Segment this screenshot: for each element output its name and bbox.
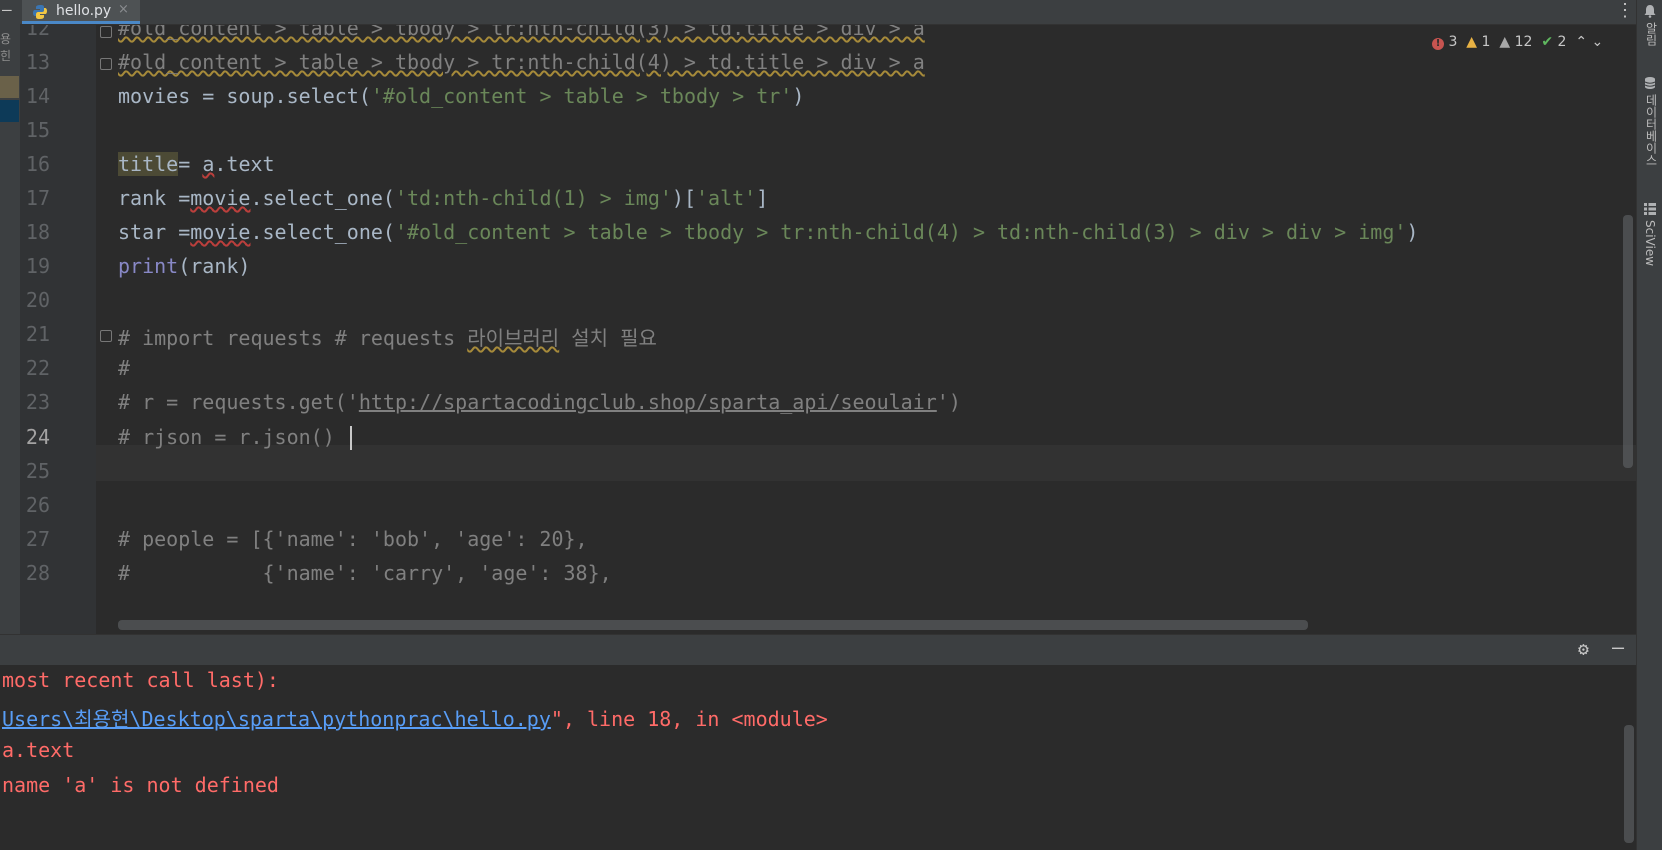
line-number: 16 bbox=[25, 152, 50, 176]
current-line-highlight bbox=[20, 445, 1636, 481]
code-line-27[interactable]: # people = [{'name': 'bob', 'age': 20}, bbox=[118, 527, 588, 551]
code-line-28[interactable]: # {'name': 'carry', 'age': 38}, bbox=[118, 561, 612, 585]
weak-warning-icon: ▲ bbox=[1499, 34, 1511, 50]
line-number: 22 bbox=[25, 356, 50, 380]
warning-count: 1 bbox=[1481, 34, 1491, 50]
tab-close-icon[interactable]: × bbox=[118, 2, 129, 17]
fold-marker[interactable] bbox=[100, 330, 112, 342]
console-line: most recent call last): bbox=[2, 668, 279, 692]
left-panel-collapse-glyph[interactable]: — bbox=[2, 0, 12, 19]
run-console[interactable]: most recent call last): Users\최용현\Deskto… bbox=[0, 665, 1636, 850]
left-panel-highlight bbox=[0, 76, 19, 98]
code-editor[interactable]: 12 13 14 15 16 17 18 19 20 21 22 23 24 2… bbox=[20, 25, 1636, 634]
line-number: 17 bbox=[25, 186, 50, 210]
python-file-icon bbox=[33, 5, 47, 19]
weak-warning-count: 12 bbox=[1514, 34, 1533, 50]
line-number: 15 bbox=[25, 118, 50, 142]
previous-highlight-icon[interactable]: ⌃ bbox=[1575, 34, 1587, 50]
code-line-19[interactable]: print(rank) bbox=[118, 254, 250, 278]
code-line-14[interactable]: movies = soup.select('#old_content > tab… bbox=[118, 84, 804, 108]
url-link[interactable]: http://spartacodingclub.shop/sparta_api/… bbox=[359, 390, 937, 414]
sciview-icon[interactable] bbox=[1643, 202, 1657, 216]
editor-tab-bar: — hello.py × ⋮ bbox=[0, 0, 1636, 25]
line-number: 21 bbox=[25, 322, 50, 346]
left-panel-selection bbox=[0, 100, 19, 122]
left-panel-label: 용힌 bbox=[0, 32, 12, 63]
code-line-13[interactable]: #old_content > table > tbody > tr:nth-ch… bbox=[118, 50, 925, 74]
gear-icon[interactable]: ⚙ bbox=[1578, 639, 1589, 660]
console-line: a.text bbox=[2, 738, 75, 762]
vertical-scrollbar[interactable] bbox=[1623, 215, 1633, 468]
error-icon: ! bbox=[1432, 38, 1444, 50]
code-line-18[interactable]: star =movie.select_one('#old_content > t… bbox=[118, 220, 1418, 244]
code-line-17[interactable]: rank =movie.select_one('td:nth-child(1) … bbox=[118, 186, 768, 210]
line-number: 14 bbox=[25, 84, 50, 108]
text-caret bbox=[350, 426, 352, 450]
line-number: 20 bbox=[25, 288, 50, 312]
code-line-12[interactable]: #old_content > table > tbody > tr:nth-ch… bbox=[118, 25, 925, 40]
line-number: 23 bbox=[25, 390, 50, 414]
tool-notifications[interactable]: 알림 bbox=[1643, 22, 1660, 46]
fold-marker[interactable] bbox=[100, 26, 112, 38]
line-number: 27 bbox=[25, 527, 50, 551]
tool-database[interactable]: 데이터베이스 bbox=[1643, 94, 1660, 166]
active-tab-indicator bbox=[22, 21, 140, 24]
error-count: 3 bbox=[1448, 34, 1458, 50]
tab-label[interactable]: hello.py bbox=[56, 3, 111, 19]
code-line-22[interactable]: # bbox=[118, 356, 130, 380]
line-number-current: 24 bbox=[25, 425, 50, 449]
line-number: 18 bbox=[25, 220, 50, 244]
console-line: Users\최용현\Desktop\sparta\pythonprac\hell… bbox=[2, 707, 828, 731]
warning-icon: ▲ bbox=[1466, 34, 1478, 50]
line-number: 13 bbox=[25, 50, 50, 74]
file-path-link[interactable]: Users\최용현\Desktop\sparta\pythonprac\hell… bbox=[2, 707, 551, 731]
typo-count: 2 bbox=[1557, 34, 1567, 50]
code-line-23[interactable]: # r = requests.get('http://spartacodingc… bbox=[118, 390, 961, 414]
inspection-widget[interactable]: ! 3 ▲ 1 ▲ 12 ✔ 2 ⌃ ⌄ bbox=[1432, 34, 1603, 50]
line-number: 26 bbox=[25, 493, 50, 517]
code-line-16[interactable]: title= a.text bbox=[118, 152, 275, 176]
console-line: name 'a' is not defined bbox=[2, 773, 279, 797]
notification-bell-icon[interactable] bbox=[1643, 4, 1657, 18]
console-scrollbar[interactable] bbox=[1624, 725, 1634, 843]
line-number: 25 bbox=[25, 459, 50, 483]
line-number: 28 bbox=[25, 561, 50, 585]
code-line-21[interactable]: # import requests # requests 라이브러리 설치 필요 bbox=[118, 322, 657, 351]
code-line-24[interactable]: # rjson = r.json() bbox=[118, 425, 335, 449]
line-number: 19 bbox=[25, 254, 50, 278]
tab-options-icon[interactable]: ⋮ bbox=[1616, 0, 1634, 21]
line-number: 12 bbox=[25, 25, 50, 40]
database-icon[interactable] bbox=[1643, 76, 1657, 90]
typo-check-icon: ✔ bbox=[1541, 34, 1554, 50]
fold-marker[interactable] bbox=[100, 58, 112, 70]
minimize-icon[interactable]: — bbox=[1612, 635, 1624, 659]
horizontal-scrollbar[interactable] bbox=[118, 620, 1308, 630]
run-panel-toolbar: ⚙ — bbox=[0, 634, 1636, 666]
next-highlight-icon[interactable]: ⌄ bbox=[1592, 34, 1604, 50]
right-tool-strip: 알림 데이터베이스 SciView bbox=[1636, 0, 1662, 850]
tool-sciview[interactable]: SciView bbox=[1643, 220, 1657, 266]
left-tool-strip: 용힌 bbox=[0, 24, 21, 634]
